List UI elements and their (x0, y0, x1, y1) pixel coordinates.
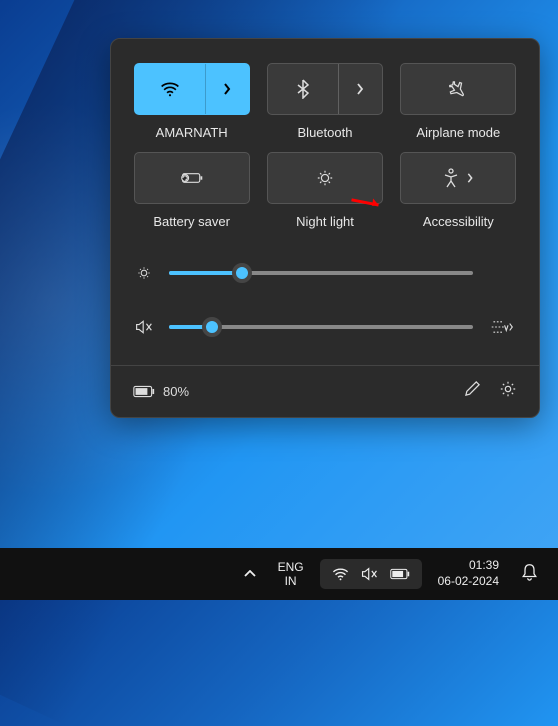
bluetooth-toggle[interactable] (268, 64, 338, 114)
clock-date: 06-02-2024 (438, 574, 499, 590)
volume-muted-icon (135, 319, 153, 335)
sliders-section (133, 265, 517, 335)
accessibility-label: Accessibility (423, 214, 494, 229)
brightness-icon (136, 265, 152, 281)
quick-settings-footer: 80% (111, 365, 539, 417)
volume-muted-icon (361, 567, 378, 581)
bluetooth-expand[interactable] (338, 64, 382, 114)
notifications-button[interactable] (515, 557, 544, 592)
airplane-mode-label: Airplane mode (416, 125, 500, 140)
chevron-right-icon (222, 83, 232, 95)
night-light-icon (316, 169, 334, 187)
volume-thumb[interactable] (202, 317, 222, 337)
audio-output-button[interactable] (487, 319, 517, 335)
wifi-toggle[interactable] (135, 64, 205, 114)
language-line2: IN (278, 574, 304, 588)
night-light-label: Night light (296, 214, 354, 229)
edit-button[interactable] (464, 380, 481, 403)
gear-icon (499, 380, 517, 398)
chevron-right-icon (466, 173, 474, 183)
audio-output-icon (490, 319, 514, 335)
clock[interactable]: 01:39 06-02-2024 (428, 556, 509, 591)
pencil-icon (464, 380, 481, 397)
chevron-right-icon (355, 83, 365, 95)
bluetooth-label: Bluetooth (298, 125, 353, 140)
language-switcher[interactable]: ENG IN (268, 558, 314, 591)
battery-icon (390, 568, 410, 580)
bluetooth-icon (296, 79, 310, 99)
wifi-label: AMARNATH (156, 125, 228, 140)
system-tray[interactable] (320, 559, 422, 589)
language-line1: ENG (278, 560, 304, 574)
accessibility-icon (442, 168, 460, 188)
wifi-expand[interactable] (205, 64, 249, 114)
airplane-icon (448, 79, 468, 99)
quick-settings-panel: AMARNATH Bluetooth Airplane mode (110, 38, 540, 418)
taskbar: ENG IN 01:39 06-02-2024 (0, 548, 558, 600)
airplane-mode-tile[interactable] (400, 63, 516, 115)
brightness-slider[interactable] (133, 265, 517, 281)
bell-icon (521, 563, 538, 581)
battery-saver-label: Battery saver (153, 214, 230, 229)
clock-time: 01:39 (438, 558, 499, 574)
chevron-up-icon (244, 570, 256, 578)
battery-icon (133, 385, 155, 398)
volume-track[interactable] (169, 325, 473, 329)
settings-button[interactable] (499, 380, 517, 403)
brightness-thumb[interactable] (232, 263, 252, 283)
wifi-icon (332, 567, 349, 581)
bluetooth-tile[interactable] (267, 63, 383, 115)
battery-percent: 80% (163, 384, 189, 399)
battery-status[interactable]: 80% (133, 384, 189, 399)
brightness-track[interactable] (169, 271, 473, 275)
wifi-tile[interactable] (134, 63, 250, 115)
battery-saver-icon (180, 170, 204, 186)
wifi-icon (160, 81, 180, 97)
accessibility-tile[interactable] (400, 152, 516, 204)
tray-overflow-button[interactable] (238, 559, 262, 589)
battery-saver-tile[interactable] (134, 152, 250, 204)
quick-settings-tiles: AMARNATH Bluetooth Airplane mode (133, 63, 517, 229)
volume-slider[interactable] (133, 319, 517, 335)
